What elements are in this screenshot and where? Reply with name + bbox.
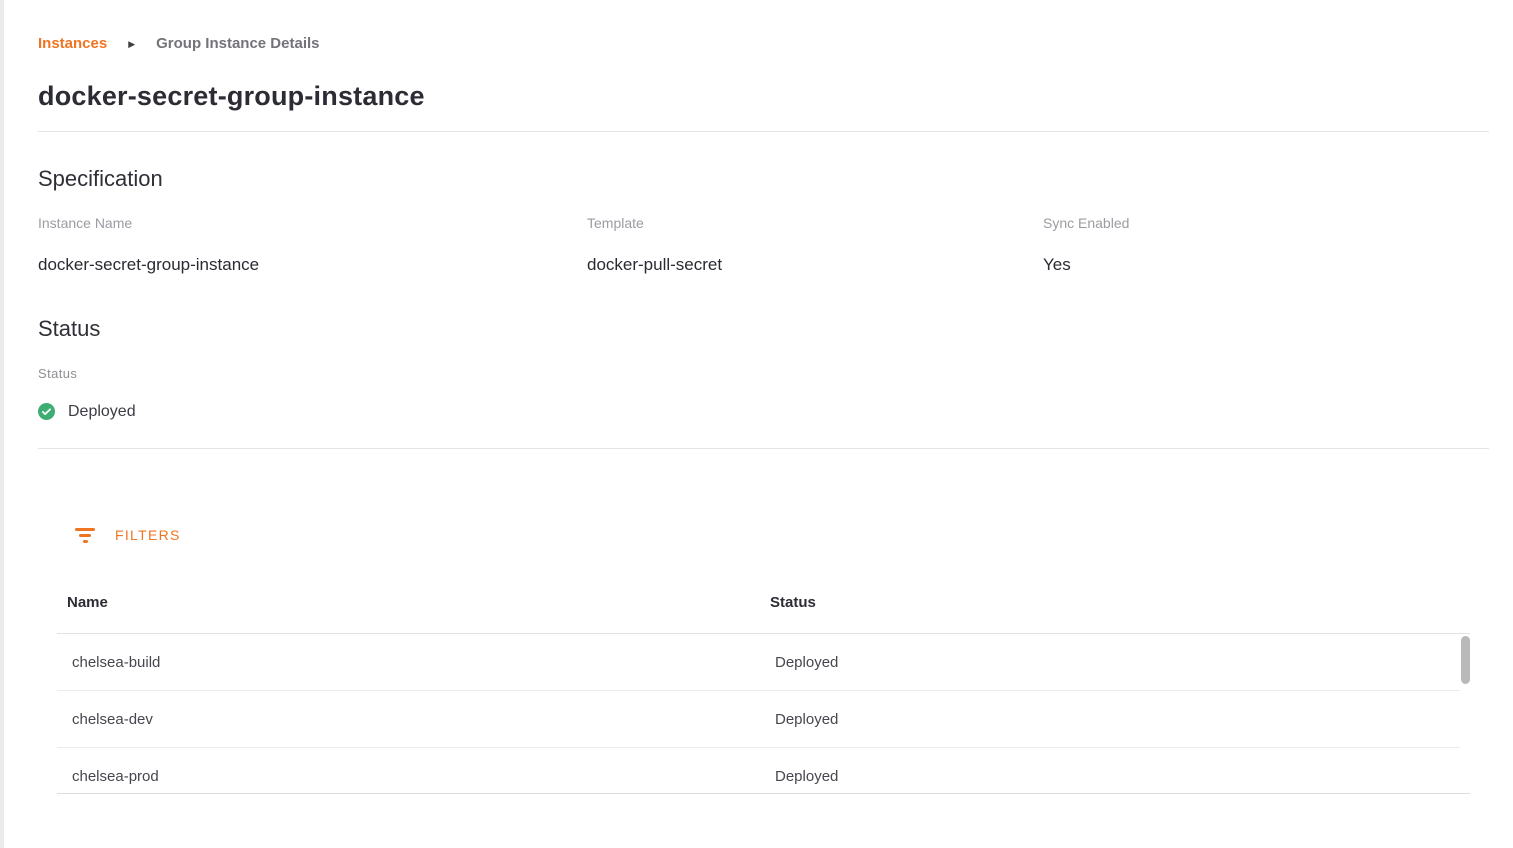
field-value-template: docker-pull-secret (587, 255, 1043, 275)
field-label-sync-enabled: Sync Enabled (1043, 215, 1489, 231)
title-divider (38, 131, 1489, 132)
status-heading: Status (38, 316, 1489, 342)
specification-fields: Instance Name docker-secret-group-instan… (38, 215, 1489, 275)
cell-status: Deployed (775, 768, 1460, 785)
field-instance-name: Instance Name docker-secret-group-instan… (38, 215, 587, 275)
page-title: docker-secret-group-instance (38, 81, 1489, 111)
table-row-chelsea-dev[interactable]: chelsea-dev Deployed (57, 691, 1460, 748)
filter-funnel-icon (75, 528, 95, 543)
cell-status: Deployed (775, 711, 1460, 728)
status-divider (38, 448, 1489, 449)
group-instance-details-page: Instances ▶ Group Instance Details docke… (0, 0, 1513, 794)
table-scrollbar[interactable] (1461, 636, 1470, 684)
specification-heading: Specification (38, 166, 1489, 192)
cell-name: chelsea-dev (72, 711, 775, 728)
table-header-row: Name Status (57, 595, 1470, 634)
field-value-instance-name: docker-secret-group-instance (38, 255, 587, 275)
clusters-panel: FILTERS Name Status chelsea-build Deploy… (57, 525, 1470, 794)
field-value-sync-enabled: Yes (1043, 255, 1489, 275)
cell-name: chelsea-prod (72, 768, 775, 785)
cell-status: Deployed (775, 654, 1460, 671)
check-circle-icon (38, 403, 55, 420)
status-value: Deployed (68, 403, 136, 421)
table-row-chelsea-prod[interactable]: chelsea-prod Deployed (57, 748, 1460, 794)
status-value-row: Deployed (38, 403, 1489, 420)
table-row-chelsea-build[interactable]: chelsea-build Deployed (57, 634, 1460, 691)
field-label-instance-name: Instance Name (38, 215, 587, 231)
field-sync-enabled: Sync Enabled Yes (1043, 215, 1489, 275)
table-body: chelsea-build Deployed chelsea-dev Deplo… (57, 634, 1470, 794)
field-label-template: Template (587, 215, 1043, 231)
filters-button-label: FILTERS (115, 527, 181, 543)
filters-button[interactable]: FILTERS (57, 525, 181, 545)
field-template: Template docker-pull-secret (587, 215, 1043, 275)
chevron-right-icon: ▶ (128, 35, 135, 53)
column-header-name: Name (67, 595, 770, 611)
breadcrumb-current-page: Group Instance Details (156, 35, 319, 53)
left-edge-strip (0, 0, 4, 848)
breadcrumb: Instances ▶ Group Instance Details (38, 35, 1489, 53)
breadcrumb-link-instances[interactable]: Instances (38, 35, 107, 53)
status-field-label: Status (38, 366, 1489, 381)
column-header-status: Status (770, 595, 1470, 611)
cell-name: chelsea-build (72, 654, 775, 671)
